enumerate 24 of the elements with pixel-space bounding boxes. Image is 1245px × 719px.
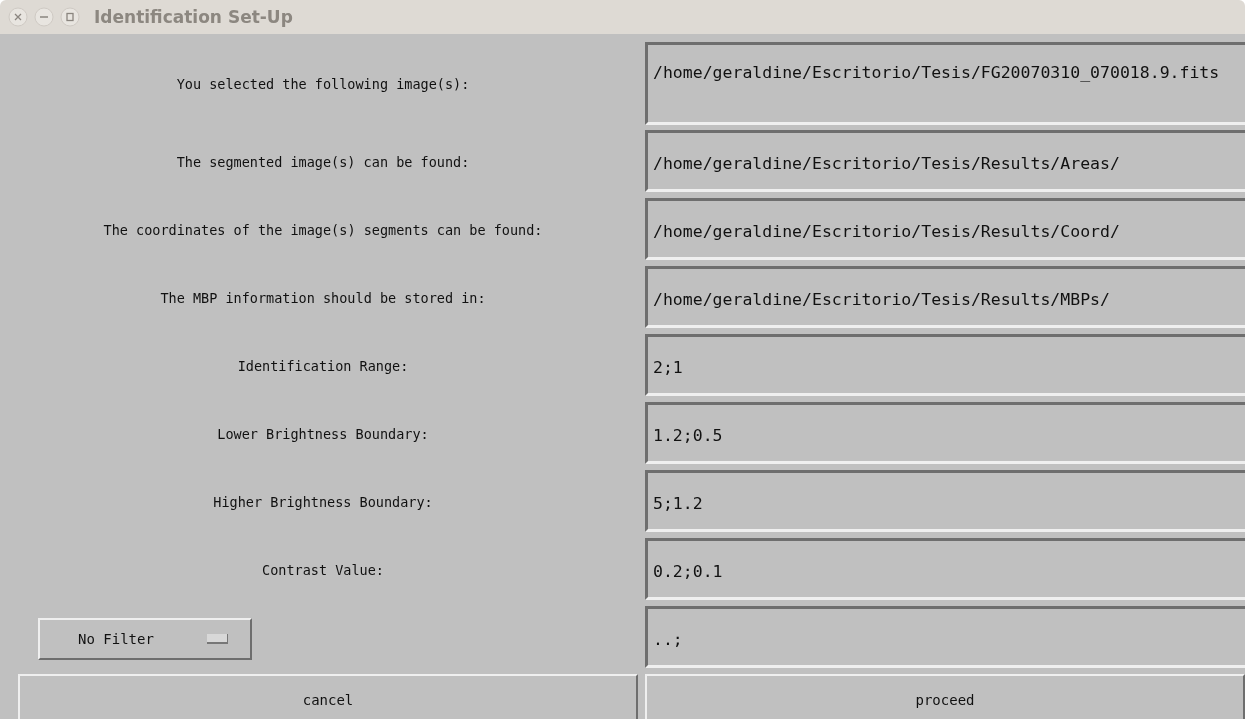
text-field[interactable]: 5;1.2 [645,470,1245,532]
text-field[interactable]: 2;1 [645,334,1245,396]
text-field[interactable]: 1.2;0.5 [645,402,1245,464]
field-label: The segmented image(s) can be found: [176,154,470,170]
field-label: The coordinates of the image(s) segments can be found: [103,222,543,238]
field-label: The MBP information should be stored in: [160,290,486,306]
filter-dropdown[interactable]: No Filter [38,618,252,660]
field-label: Identification Range: [237,358,409,374]
minimize-icon[interactable] [34,7,54,27]
field-label: You selected the following image(s): [176,76,470,92]
cancel-button[interactable]: cancel [18,674,638,719]
text-field[interactable]: /home/geraldine/Escritorio/Tesis/Results/Areas/ [645,130,1245,192]
maximize-icon[interactable] [60,7,80,27]
window-title: Identification Set-Up [94,7,293,27]
field-label: Lower Brightness Boundary: [217,426,429,442]
text-field[interactable]: /home/geraldine/Escritorio/Tesis/Results/Coord/ [645,198,1245,260]
field-label: Contrast Value: [262,562,384,578]
text-field[interactable]: 0.2;0.1 [645,538,1245,600]
close-icon[interactable] [8,7,28,27]
proceed-button[interactable]: proceed [645,674,1245,719]
text-field[interactable]: /home/geraldine/Escritorio/Tesis/Results/MBPs/ [645,266,1245,328]
text-field[interactable]: ..; [645,606,1245,668]
field-label: Higher Brightness Boundary: [213,494,433,510]
text-field[interactable]: /home/geraldine/Escritorio/Tesis/FG20070310_070018.9.fits [645,42,1245,125]
